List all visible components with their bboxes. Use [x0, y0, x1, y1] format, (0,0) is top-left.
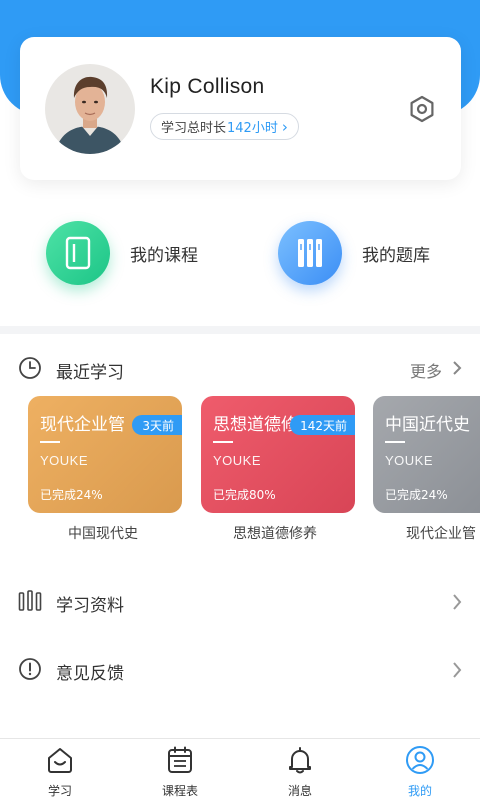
recent-study-title: 最近学习	[56, 362, 124, 383]
course-card-progress: 已完成80%	[213, 488, 276, 502]
more-button[interactable]: 更多	[410, 358, 462, 382]
course-card-time-tag: 3天前	[132, 415, 182, 435]
avatar[interactable]	[45, 64, 135, 154]
tab-messages-label: 消息	[287, 784, 312, 798]
course-card-title: 思想道德修	[213, 415, 298, 435]
chevron-right-icon	[452, 661, 462, 683]
my-courses-link[interactable]: 我的课程	[46, 218, 198, 288]
course-card-progress: 已完成24%	[40, 488, 103, 502]
recent-course-card[interactable]: 现代企业管 YOUKE 已完成24% 3天前	[28, 396, 182, 513]
tab-study-label: 学习	[47, 784, 72, 798]
recent-course-card[interactable]: 中国近代史 YOUKE 已完成24%	[373, 396, 480, 513]
tab-messages[interactable]: 消息	[240, 739, 360, 800]
settings-icon[interactable]	[408, 95, 436, 123]
exclamation-icon	[18, 657, 42, 685]
course-card-title: 现代企业管	[40, 415, 125, 435]
course-card-progress: 已完成24%	[385, 488, 448, 502]
course-card-title: 中国近代史	[385, 415, 470, 435]
book-icon	[46, 221, 110, 285]
recent-course-card[interactable]: 思想道德修 YOUKE 已完成80% 142天前	[201, 396, 355, 513]
profile-card: Kip Collison 学习总时长 142小时 ›	[20, 37, 461, 180]
course-card-caption: 中国现代史	[68, 526, 138, 542]
bars-icon	[18, 590, 42, 616]
section-divider	[0, 326, 480, 334]
study-materials-label: 学习资料	[56, 595, 124, 616]
course-card-brand: YOUKE	[40, 453, 89, 468]
study-time-badge[interactable]: 学习总时长 142小时 ›	[150, 113, 299, 140]
chevron-right-icon	[452, 360, 462, 380]
course-card-time-tag: 142天前	[290, 415, 355, 435]
course-card-caption: 现代企业管	[406, 526, 476, 542]
home-smile-icon	[45, 745, 75, 779]
my-question-bank-link[interactable]: 我的题库	[278, 218, 430, 288]
course-card-caption: 思想道德修养	[233, 526, 317, 542]
clock-icon	[18, 356, 42, 384]
course-card-brand: YOUKE	[213, 453, 262, 468]
study-time-value: 142小时	[227, 121, 278, 136]
study-time-label: 学习总时长	[161, 121, 227, 136]
tab-profile-label: 我的	[407, 784, 432, 798]
card-divider	[385, 441, 405, 443]
card-divider	[40, 441, 60, 443]
user-name: Kip Collison	[150, 75, 265, 98]
tab-schedule-label: 课程表	[161, 784, 198, 798]
my-courses-label: 我的课程	[130, 245, 198, 266]
my-question-bank-label: 我的题库	[362, 245, 430, 266]
card-divider	[213, 441, 233, 443]
calendar-icon	[165, 745, 195, 779]
bell-icon	[285, 745, 315, 779]
feedback-label: 意见反馈	[56, 663, 124, 684]
study-materials-row[interactable]: 学习资料	[18, 588, 464, 618]
chevron-right-icon	[452, 593, 462, 615]
tab-profile[interactable]: 我的	[360, 739, 480, 800]
recent-study-header: 最近学习 更多	[18, 356, 464, 384]
tab-study[interactable]: 学习	[0, 739, 120, 800]
bottom-tab-bar: 学习 课程表 消息 我的	[0, 738, 480, 800]
course-card-brand: YOUKE	[385, 453, 434, 468]
feedback-row[interactable]: 意见反馈	[18, 656, 464, 686]
tab-schedule[interactable]: 课程表	[120, 739, 240, 800]
user-circle-icon	[405, 745, 435, 779]
question-bank-icon	[278, 221, 342, 285]
more-label: 更多	[409, 362, 442, 381]
chevron-right-icon: ›	[281, 117, 288, 136]
